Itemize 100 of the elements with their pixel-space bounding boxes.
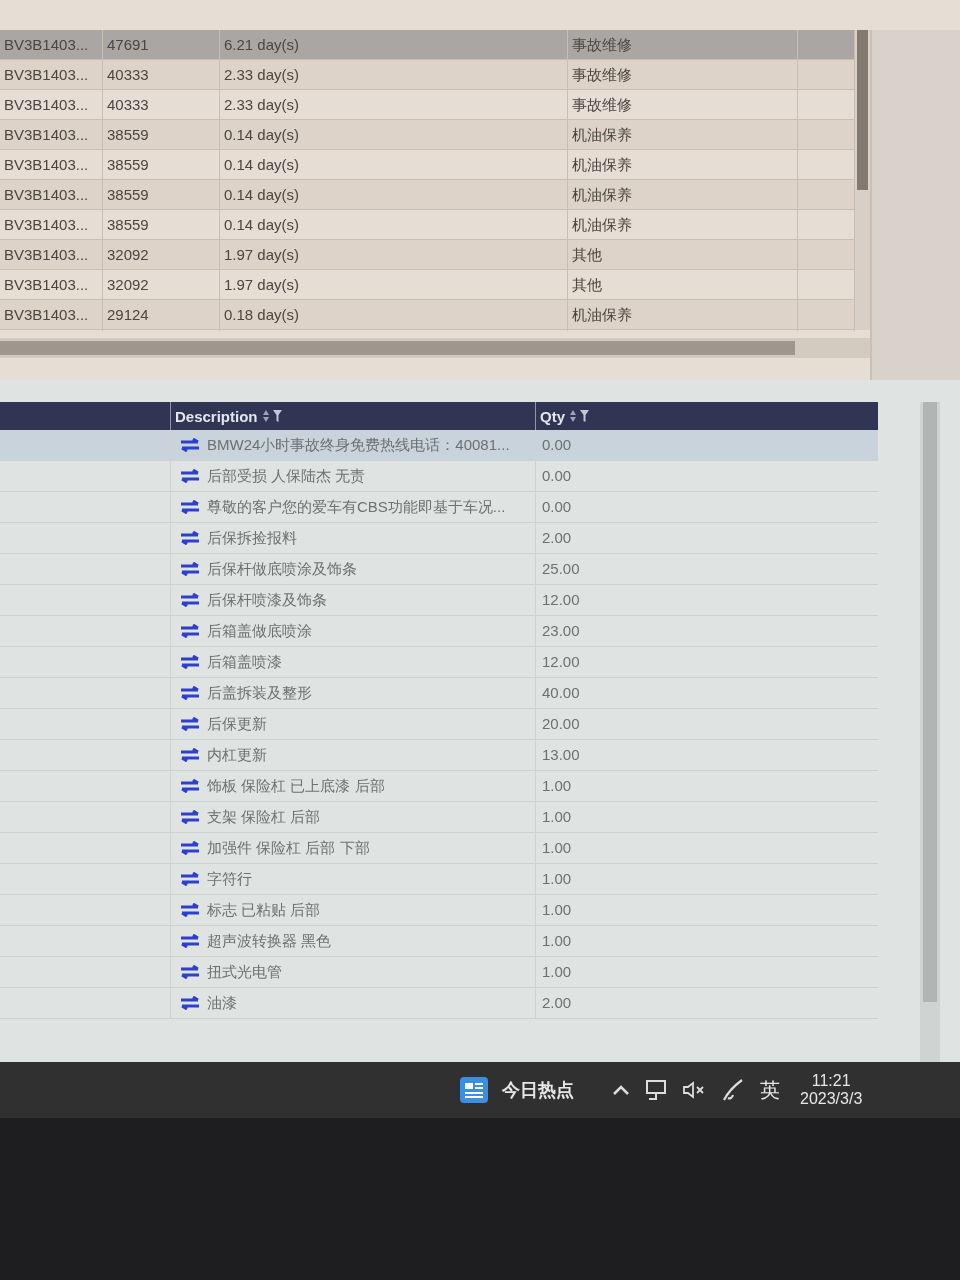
input-method-indicator[interactable]: 英 <box>760 1076 780 1104</box>
table-cell: 后保拆捡报料 <box>207 528 297 548</box>
table-cell: 饰板 保险杠 已上底漆 后部 <box>207 776 385 796</box>
table-cell: 2.00 <box>535 523 878 553</box>
table-cell: 1.00 <box>535 802 878 832</box>
swap-arrows-icon <box>179 717 201 731</box>
table-cell: 后箱盖喷漆 <box>207 652 282 672</box>
table-cell: 支架 保险杠 后部 <box>207 807 321 827</box>
table-cell: 0.14 day(s) <box>220 120 568 151</box>
table-row[interactable]: 标志 已粘贴 后部 1.00 <box>0 895 878 926</box>
swap-arrows-icon <box>179 438 201 452</box>
table-cell: 后保更新 <box>207 714 267 734</box>
swap-arrows-icon <box>179 872 201 886</box>
speaker-muted-icon[interactable] <box>682 1081 706 1099</box>
table-row[interactable]: 后箱盖做底喷涂 23.00 <box>0 616 878 647</box>
table-row[interactable]: 后部受损 人保陆杰 无责 0.00 <box>0 461 878 492</box>
table-cell: 超声波转换器 黑色 <box>207 931 332 951</box>
swap-arrows-icon <box>179 624 201 638</box>
swap-arrows-icon <box>179 903 201 917</box>
table-cell: 1.00 <box>535 957 878 987</box>
table-cell: 38559 <box>103 180 220 211</box>
table-row[interactable]: 后盖拆装及整形 40.00 <box>0 678 878 709</box>
swap-arrows-icon <box>179 965 201 979</box>
table-row[interactable]: 支架 保险杠 后部 1.00 <box>0 802 878 833</box>
table-cell: 2.00 <box>535 988 878 1018</box>
table-row[interactable]: BV3B1403... 29124 0.18 day(s) 机油保养 <box>0 300 855 330</box>
scrollbar[interactable] <box>855 30 870 330</box>
swap-arrows-icon <box>179 996 201 1010</box>
swap-arrows-icon <box>179 748 201 762</box>
table-cell: 0.00 <box>535 430 878 460</box>
table-cell: 后保杆做底喷涂及饰条 <box>207 559 357 579</box>
table-cell: 油漆 <box>207 993 237 1013</box>
news-widget-icon[interactable] <box>460 1077 488 1103</box>
table-row[interactable]: 后保更新 20.00 <box>0 709 878 740</box>
table-row[interactable]: 油漆 2.00 <box>0 988 878 1019</box>
table-row[interactable]: 字符行 1.00 <box>0 864 878 895</box>
table-cell: 38559 <box>103 120 220 151</box>
table-row[interactable]: 内杠更新 13.00 <box>0 740 878 771</box>
swap-arrows-icon <box>179 500 201 514</box>
swap-arrows-icon <box>179 934 201 948</box>
table-cell: 1.00 <box>535 864 878 894</box>
scrollbar[interactable] <box>920 402 940 1062</box>
table-cell: 后盖拆装及整形 <box>207 683 312 703</box>
table-row[interactable]: BV3B1403... 38559 0.14 day(s) 机油保养 <box>0 120 855 150</box>
table-row[interactable]: 后保杆喷漆及饰条 12.00 <box>0 585 878 616</box>
table-row[interactable]: 后保杆做底喷涂及饰条 25.00 <box>0 554 878 585</box>
table-cell: 12.00 <box>535 647 878 677</box>
table-cell: 标志 已粘贴 后部 <box>207 900 321 920</box>
table-row[interactable]: BMW24小时事故终身免费热线电话：40081... 0.00 <box>0 430 878 461</box>
table-cell: 后箱盖做底喷涂 <box>207 621 312 641</box>
table-row[interactable]: 后保拆捡报料 2.00 <box>0 523 878 554</box>
sort-filter-icon[interactable] <box>569 409 591 423</box>
table-cell: 1.00 <box>535 833 878 863</box>
table-cell: 机油保养 <box>568 300 798 331</box>
table-row[interactable]: BV3B1403... 47691 6.21 day(s) 事故维修 <box>0 30 855 60</box>
table-row[interactable]: BV3B1403... 38559 0.14 day(s) 机油保养 <box>0 180 855 210</box>
table-row[interactable]: 扭式光电管 1.00 <box>0 957 878 988</box>
table-cell: BV3B1403... <box>0 60 103 91</box>
network-icon[interactable] <box>644 1079 668 1101</box>
table-row[interactable]: 饰板 保险杠 已上底漆 后部 1.00 <box>0 771 878 802</box>
clock-date[interactable]: 2023/3/3 <box>800 1090 863 1108</box>
table-cell: 事故维修 <box>568 60 798 91</box>
clock-time[interactable]: 11:21 <box>811 1072 851 1090</box>
table-cell: 12.00 <box>535 585 878 615</box>
table-cell: 40.00 <box>535 678 878 708</box>
table-cell: 0.00 <box>535 461 878 491</box>
table-cell: 字符行 <box>207 869 252 889</box>
table-row[interactable]: 超声波转换器 黑色 1.00 <box>0 926 878 957</box>
chevron-up-icon[interactable] <box>612 1084 630 1096</box>
table-cell: 20.00 <box>535 709 878 739</box>
table-cell: 后保杆喷漆及饰条 <box>207 590 327 610</box>
table-row[interactable]: BV3B1403... 32092 1.97 day(s) 其他 <box>0 240 855 270</box>
scrollbar[interactable] <box>0 338 870 358</box>
table-row[interactable]: 后箱盖喷漆 12.00 <box>0 647 878 678</box>
table-row[interactable]: 加强件 保险杠 后部 下部 1.00 <box>0 833 878 864</box>
swap-arrows-icon <box>179 779 201 793</box>
table-cell: 加强件 保险杠 后部 下部 <box>207 838 370 858</box>
table-cell: 其他 <box>568 240 798 271</box>
swap-arrows-icon <box>179 686 201 700</box>
table-cell: 机油保养 <box>568 120 798 151</box>
swap-arrows-icon <box>179 841 201 855</box>
table-cell: 尊敬的客户您的爱车有CBS功能即基于车况... <box>207 497 506 517</box>
table-cell: BV3B1403... <box>0 120 103 151</box>
swap-arrows-icon <box>179 593 201 607</box>
column-header[interactable]: Qty <box>540 407 565 425</box>
table-cell: 机油保养 <box>568 180 798 211</box>
table-row[interactable]: 尊敬的客户您的爱车有CBS功能即基于车况... 0.00 <box>0 492 878 523</box>
table-cell: BV3B1403... <box>0 240 103 271</box>
table-cell: 内杠更新 <box>207 745 267 765</box>
swap-arrows-icon <box>179 469 201 483</box>
swap-arrows-icon <box>179 531 201 545</box>
table-cell: BV3B1403... <box>0 300 103 331</box>
table-row[interactable]: BV3B1403... 40333 2.33 day(s) 事故维修 <box>0 60 855 90</box>
column-header[interactable]: Description <box>175 407 258 425</box>
table-cell: 0.00 <box>535 492 878 522</box>
table-cell: BV3B1403... <box>0 180 103 211</box>
sort-filter-icon[interactable] <box>261 409 284 423</box>
news-label[interactable]: 今日热点 <box>502 1078 574 1102</box>
swap-arrows-icon <box>179 655 201 669</box>
table-cell: 0.14 day(s) <box>220 180 568 211</box>
